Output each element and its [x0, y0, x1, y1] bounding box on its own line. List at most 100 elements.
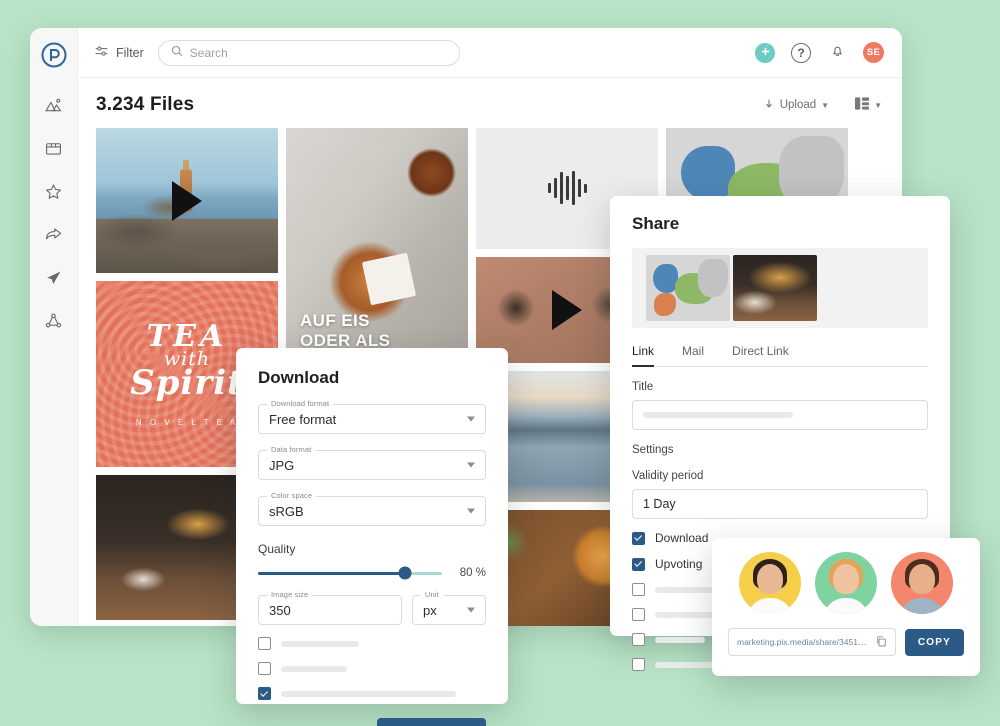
view-mode-button[interactable]: ▼: [855, 97, 882, 113]
share-option-checkbox-3[interactable]: [632, 583, 645, 596]
upload-label: Upload: [779, 99, 817, 111]
filter-button[interactable]: Filter: [94, 44, 144, 62]
quality-value: 80 %: [459, 567, 486, 579]
notifications-button[interactable]: [827, 43, 847, 63]
share-thumb-map[interactable]: [646, 255, 730, 321]
share-option-label-5: [655, 636, 705, 643]
sidebar-item-favorites[interactable]: [37, 174, 71, 208]
copy-icon[interactable]: [876, 635, 887, 649]
tab-link[interactable]: Link: [632, 344, 655, 367]
share-preview-strip: [632, 248, 928, 328]
avatar-body: [899, 598, 945, 614]
tile-cliff-bottle[interactable]: [96, 128, 278, 273]
map-region-blue: [680, 145, 736, 201]
validity-period-value: 1 Day: [643, 497, 676, 511]
chevron-down-icon: [467, 416, 475, 422]
chevron-down-icon: ▼: [821, 100, 830, 110]
upload-button[interactable]: Upload ▼: [763, 98, 829, 113]
share-download-label: Download: [655, 531, 709, 545]
topbar-actions: ? SE: [755, 42, 884, 63]
page-title: 3.234 Files: [96, 94, 195, 115]
share-link-input[interactable]: marketing.pix.media/share/345103889634..…: [728, 628, 896, 656]
search-box[interactable]: [157, 39, 460, 66]
image-size-input[interactable]: Image size 350: [258, 590, 402, 625]
avatar-list: [728, 552, 964, 614]
color-space-select[interactable]: Color space sRGB: [258, 491, 486, 526]
chevron-down-icon: [467, 508, 475, 514]
download-submit-button[interactable]: DOWNLOAD: [376, 718, 486, 726]
share-tabs: Link Mail Direct Link: [632, 344, 928, 367]
download-option-row-1: [258, 637, 486, 650]
quality-slider-knob[interactable]: [398, 566, 412, 580]
avatar-face: [833, 564, 859, 595]
download-option-label-2: [281, 665, 347, 672]
settings-label: Settings: [632, 444, 674, 456]
share-dialog-title: Share: [632, 214, 680, 233]
share-title-placeholder-bar: [643, 412, 793, 418]
pix-logo-icon[interactable]: [37, 38, 71, 72]
sidebar-item-network[interactable]: [37, 303, 71, 337]
download-dialog: Download Download format Free format Dat…: [236, 348, 508, 726]
avatar-face: [909, 564, 935, 595]
share-title-label: Title: [632, 381, 654, 393]
filter-sliders-icon: [94, 44, 109, 62]
share-upvoting-checkbox[interactable]: [632, 557, 645, 571]
waveform-icon: [547, 171, 587, 206]
share-option-checkbox-4[interactable]: [632, 608, 645, 621]
validity-period-select[interactable]: 1 Day: [632, 489, 928, 519]
unit-legend: Unit: [421, 590, 443, 599]
content-header: 3.234 Files Upload ▼ ▼: [78, 78, 902, 126]
share-option-checkbox-5[interactable]: [632, 633, 645, 646]
tab-mail[interactable]: Mail: [682, 344, 704, 367]
share-download-checkbox[interactable]: [632, 531, 645, 545]
download-option-checkbox-3[interactable]: [258, 687, 271, 700]
question-mark-icon: ?: [797, 45, 805, 60]
sidebar-item-shared[interactable]: [37, 217, 71, 251]
sidebar-item-send[interactable]: [37, 260, 71, 294]
sidebar-item-collections[interactable]: [37, 131, 71, 165]
download-format-value: Free format: [269, 411, 337, 427]
unit-select[interactable]: Unit px: [412, 590, 486, 625]
share-upvoting-label: Upvoting: [655, 557, 703, 571]
share-thumb-teapot[interactable]: [733, 255, 817, 321]
share-option-checkbox-6[interactable]: [632, 658, 645, 671]
avatar-user-1[interactable]: [739, 552, 801, 614]
data-format-select[interactable]: Data format JPG: [258, 445, 486, 480]
download-option-checkbox-1[interactable]: [258, 637, 271, 650]
bell-icon: [830, 43, 845, 63]
sidebar-item-images[interactable]: [37, 88, 71, 122]
avatar-initials-label: SE: [866, 47, 881, 58]
download-option-checkbox-2[interactable]: [258, 662, 271, 675]
tab-direct-link[interactable]: Direct Link: [732, 344, 789, 367]
download-arrow-icon: [763, 98, 775, 113]
color-space-value: sRGB: [269, 503, 304, 519]
tile-noveltea-bottle[interactable]: AUF EIS ODER ALS COCKTAIL: [286, 128, 468, 376]
screenshot-stage: Filter Search ? SE 3.234 Files Upload ▼ …: [0, 0, 1000, 726]
share-title-select[interactable]: [632, 400, 928, 430]
avatar-user-2[interactable]: [815, 552, 877, 614]
unit-value: px: [423, 602, 437, 618]
play-icon[interactable]: [552, 290, 582, 331]
filter-label: Filter: [116, 45, 144, 60]
play-icon[interactable]: [172, 180, 202, 221]
archive-box-icon: [44, 139, 63, 158]
avatar-user-3[interactable]: [891, 552, 953, 614]
copy-button[interactable]: COPY: [904, 628, 964, 656]
share-link-card: marketing.pix.media/share/345103889634..…: [712, 538, 980, 676]
sidebar: [30, 28, 78, 626]
share-link-row: marketing.pix.media/share/345103889634..…: [728, 628, 964, 656]
chevron-down-icon: ▼: [874, 100, 882, 110]
help-button[interactable]: ?: [791, 42, 811, 63]
download-dialog-title: Download: [258, 368, 340, 387]
user-avatar[interactable]: SE: [863, 42, 884, 63]
download-format-select[interactable]: Download format Free format: [258, 399, 486, 434]
add-button[interactable]: [755, 42, 775, 63]
size-unit-row: Image size 350 Unit px: [258, 579, 486, 625]
bottle-label-shape: [362, 252, 417, 306]
validity-period-label: Validity period: [632, 470, 704, 482]
avatar-body: [747, 598, 793, 614]
search-input[interactable]: [189, 45, 447, 60]
quality-slider[interactable]: [258, 566, 442, 580]
quality-label: Quality: [258, 542, 296, 556]
avatar-body: [823, 598, 869, 614]
